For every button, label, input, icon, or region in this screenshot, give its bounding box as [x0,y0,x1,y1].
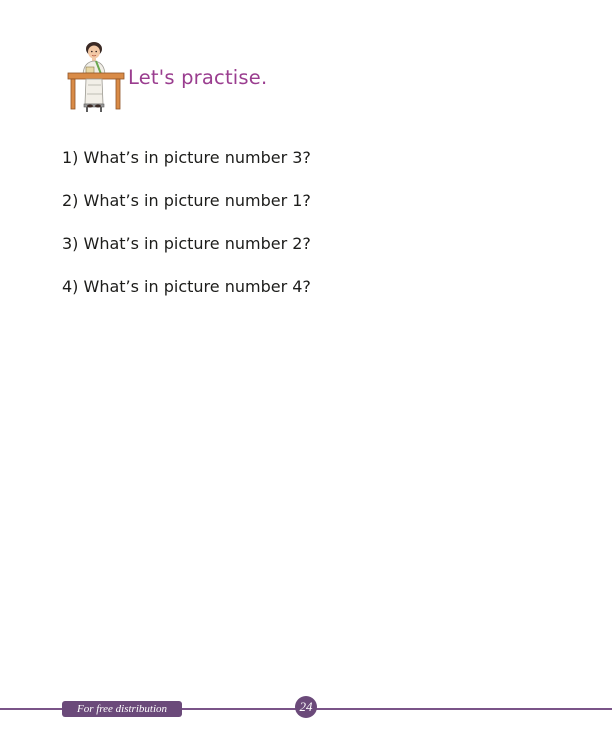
question-item: 1) What’s in picture number 3? [62,148,311,167]
question-item: 4) What’s in picture number 4? [62,277,311,296]
question-item: 3) What’s in picture number 2? [62,234,311,253]
free-distribution-tag: For free distribution [62,701,182,717]
section-title: Let's practise. [128,65,268,89]
question-list: 1) What’s in picture number 3? 2) What’s… [62,147,311,319]
page-number-badge: 24 [295,696,317,718]
teacher-at-desk-icon [67,42,125,112]
question-item: 2) What’s in picture number 1? [62,191,311,210]
section-header: Let's practise. [66,40,267,112]
